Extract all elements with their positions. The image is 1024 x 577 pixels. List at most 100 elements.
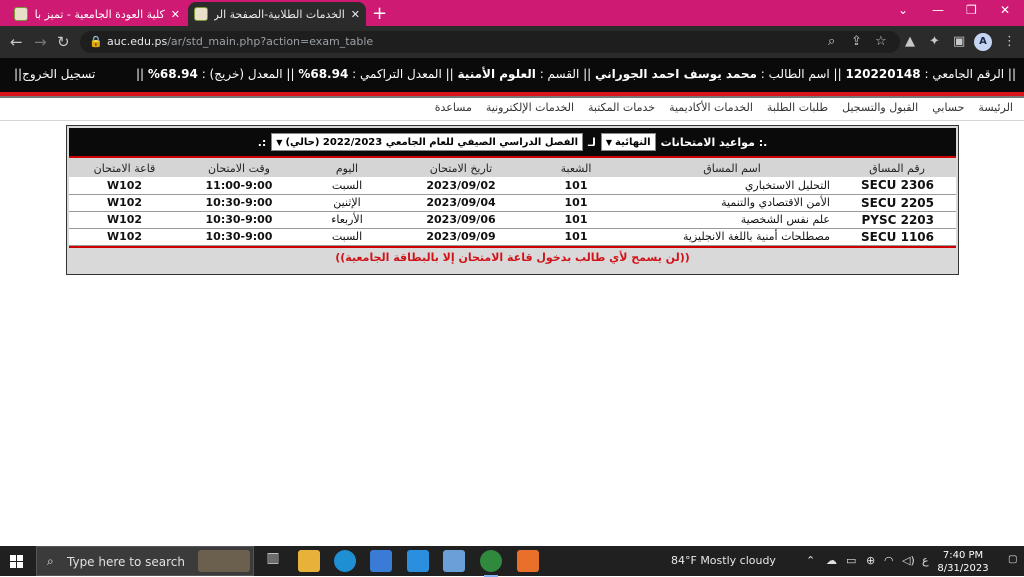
exam-room: W102 bbox=[69, 228, 180, 246]
close-tab-icon[interactable]: ✕ bbox=[351, 8, 360, 21]
table-row: SECU 1106 مصطلحات أمنية باللغة الانجليزي… bbox=[69, 228, 956, 246]
student-info-bar: || الرقم الجامعي : 120220148 || اسم الطا… bbox=[0, 58, 1024, 92]
exam-table: رقم المساق اسم المساق الشعبة تاريخ الامت… bbox=[69, 159, 956, 246]
windows-taskbar: ⌕ Type here to search ▥ 84°F Mostly clou… bbox=[0, 546, 1024, 577]
taskbar-clock[interactable]: 7:40 PM 8/31/2023 bbox=[937, 549, 989, 575]
college-favicon-icon bbox=[14, 7, 28, 21]
col-exam-date: تاريخ الامتحان bbox=[396, 159, 526, 177]
exam-room: W102 bbox=[69, 194, 180, 212]
weather-widget[interactable]: 84°F Mostly cloudy bbox=[671, 554, 776, 567]
share-icon[interactable]: ⇪ bbox=[851, 34, 862, 49]
table-row: SECU 2306 التحليل الاستخباري 101 2023/09… bbox=[69, 177, 956, 195]
tab-search-chevron-icon[interactable]: ⌄ bbox=[898, 3, 908, 17]
section: 101 bbox=[526, 194, 626, 212]
col-course-code: رقم المساق bbox=[838, 159, 956, 177]
windows-start-icon[interactable] bbox=[10, 555, 23, 568]
col-course-name: اسم المساق bbox=[626, 159, 838, 177]
exam-date: 2023/09/09 bbox=[396, 228, 526, 246]
col-day: اليوم bbox=[298, 159, 396, 177]
col-exam-room: قاعة الامتحان bbox=[69, 159, 180, 177]
browser-tab-college[interactable]: كلية العودة الجامعية - تميز بانضمامك ✕ bbox=[8, 2, 186, 26]
xampp-icon[interactable] bbox=[517, 550, 539, 572]
exam-day: السبت bbox=[298, 228, 396, 246]
notepad-icon[interactable] bbox=[443, 550, 465, 572]
vscode-icon[interactable] bbox=[407, 550, 429, 572]
browser-tab-student-services[interactable]: الخدمات الطلابية-الصفحة الرئيسية ✕ bbox=[188, 2, 366, 26]
title-end-mark: :. bbox=[257, 135, 267, 149]
exam-day: السبت bbox=[298, 177, 396, 195]
exam-panel-header: .: مواعيد الامتحانات النهائية ▼ لـ الفصل … bbox=[69, 128, 956, 156]
exam-schedule-panel: .: مواعيد الامتحانات النهائية ▼ لـ الفصل … bbox=[66, 125, 959, 275]
clock-date: 8/31/2023 bbox=[937, 563, 989, 574]
clock-time: 7:40 PM bbox=[942, 550, 984, 561]
input-language-indicator[interactable]: ع bbox=[922, 554, 929, 567]
restore-icon[interactable]: ❐ bbox=[966, 3, 977, 17]
exam-date: 2023/09/04 bbox=[396, 194, 526, 212]
course-code: SECU 1106 bbox=[838, 228, 956, 246]
side-panel-icon[interactable]: ▣ bbox=[953, 34, 965, 49]
course-name: مصطلحات أمنية باللغة الانجليزية bbox=[626, 228, 838, 246]
menu-item-eservices[interactable]: الخدمات الإلكترونية bbox=[479, 101, 581, 114]
lock-icon: 🔒 bbox=[89, 35, 103, 48]
menu-item-admission[interactable]: القبول والتسجيل bbox=[835, 101, 925, 114]
close-window-icon[interactable]: ✕ bbox=[1000, 3, 1010, 17]
store-icon[interactable] bbox=[370, 550, 392, 572]
student-info: || الرقم الجامعي : 120220148 || اسم الطا… bbox=[135, 67, 1016, 81]
for-label: لـ bbox=[588, 135, 596, 149]
exam-day: الأربعاء bbox=[298, 211, 396, 229]
volume-icon[interactable]: ◁) bbox=[902, 554, 915, 567]
course-code: SECU 2205 bbox=[838, 194, 956, 212]
reload-icon[interactable]: ↻ bbox=[57, 33, 70, 51]
course-name: الأمن الاقتصادي والتنمية bbox=[626, 194, 838, 212]
menu-item-account[interactable]: حسابي bbox=[925, 101, 971, 114]
zoom-icon[interactable]: ⌕ bbox=[828, 34, 835, 49]
network-icon[interactable]: ⊕ bbox=[866, 554, 875, 567]
header-red-line bbox=[69, 156, 956, 158]
menu-item-academic[interactable]: الخدمات الأكاديمية bbox=[662, 101, 760, 114]
notifications-icon[interactable]: ▢ bbox=[1008, 554, 1017, 565]
chrome-icon[interactable] bbox=[480, 550, 502, 577]
tab-title: الخدمات الطلابية-الصفحة الرئيسية bbox=[214, 7, 345, 21]
exam-date: 2023/09/06 bbox=[396, 211, 526, 229]
browser-tab-strip: كلية العودة الجامعية - تميز بانضمامك ✕ ا… bbox=[0, 0, 1024, 26]
url-text[interactable]: auc.edu.ps/ar/std_main.php?action=exam_t… bbox=[107, 35, 373, 48]
tray-overflow-icon[interactable]: ⌃ bbox=[806, 554, 815, 567]
battery-icon[interactable]: ▭ bbox=[846, 554, 856, 567]
id-card-notice: ((لن يسمح لأي طالب بدخول قاعة الامتحان إ… bbox=[335, 251, 690, 264]
semester-select[interactable]: الفصل الدراسي الصيفي للعام الجامعي 2022/… bbox=[271, 133, 583, 151]
task-view-icon[interactable]: ▥ bbox=[262, 550, 284, 572]
new-tab-button[interactable]: + bbox=[372, 3, 387, 24]
exam-time: 11:00-9:00 bbox=[180, 177, 298, 195]
cloud-icon[interactable]: ☁ bbox=[826, 554, 837, 567]
close-tab-icon[interactable]: ✕ bbox=[171, 8, 180, 21]
forward-arrow-icon[interactable]: → bbox=[34, 33, 47, 51]
college-favicon-icon bbox=[194, 7, 208, 21]
minimize-icon[interactable]: — bbox=[932, 3, 944, 17]
menu-item-help[interactable]: مساعدة bbox=[428, 101, 479, 114]
profile-avatar[interactable]: A bbox=[974, 33, 992, 51]
table-header-row: رقم المساق اسم المساق الشعبة تاريخ الامت… bbox=[69, 159, 956, 177]
table-row: PYSC 2203 علم نفس الشخصية 101 2023/09/06… bbox=[69, 211, 956, 229]
menu-item-library[interactable]: خدمات المكتبة bbox=[581, 101, 662, 114]
file-explorer-icon[interactable] bbox=[298, 550, 320, 572]
exam-panel-title: .: مواعيد الامتحانات bbox=[660, 135, 768, 149]
col-section: الشعبة bbox=[526, 159, 626, 177]
bookmark-star-icon[interactable]: ☆ bbox=[875, 34, 887, 49]
menu-item-home[interactable]: الرئيسة bbox=[971, 101, 1020, 114]
logout-link[interactable]: ||تسجيل الخروج bbox=[14, 67, 95, 81]
back-arrow-icon[interactable]: ← bbox=[10, 33, 23, 51]
exam-time: 10:30-9:00 bbox=[180, 211, 298, 229]
search-highlight-image-icon bbox=[198, 550, 250, 572]
menu-divider bbox=[0, 120, 1024, 121]
footer-red-line bbox=[69, 246, 956, 248]
wifi-icon[interactable]: ◠ bbox=[884, 554, 894, 567]
menu-item-requests[interactable]: طلبات الطلبة bbox=[760, 101, 835, 114]
extension-triangle-icon[interactable]: ▲ bbox=[905, 34, 915, 49]
menu-dots-icon[interactable]: ⋮ bbox=[1003, 34, 1016, 49]
extensions-puzzle-icon[interactable]: ✦ bbox=[929, 34, 940, 49]
chevron-down-icon: ▼ bbox=[605, 137, 613, 147]
url-bar[interactable]: 🔒 auc.edu.ps/ar/std_main.php?action=exam… bbox=[80, 31, 900, 53]
section: 101 bbox=[526, 177, 626, 195]
exam-type-select[interactable]: النهائية ▼ bbox=[600, 133, 656, 151]
edge-browser-icon[interactable] bbox=[334, 550, 356, 572]
